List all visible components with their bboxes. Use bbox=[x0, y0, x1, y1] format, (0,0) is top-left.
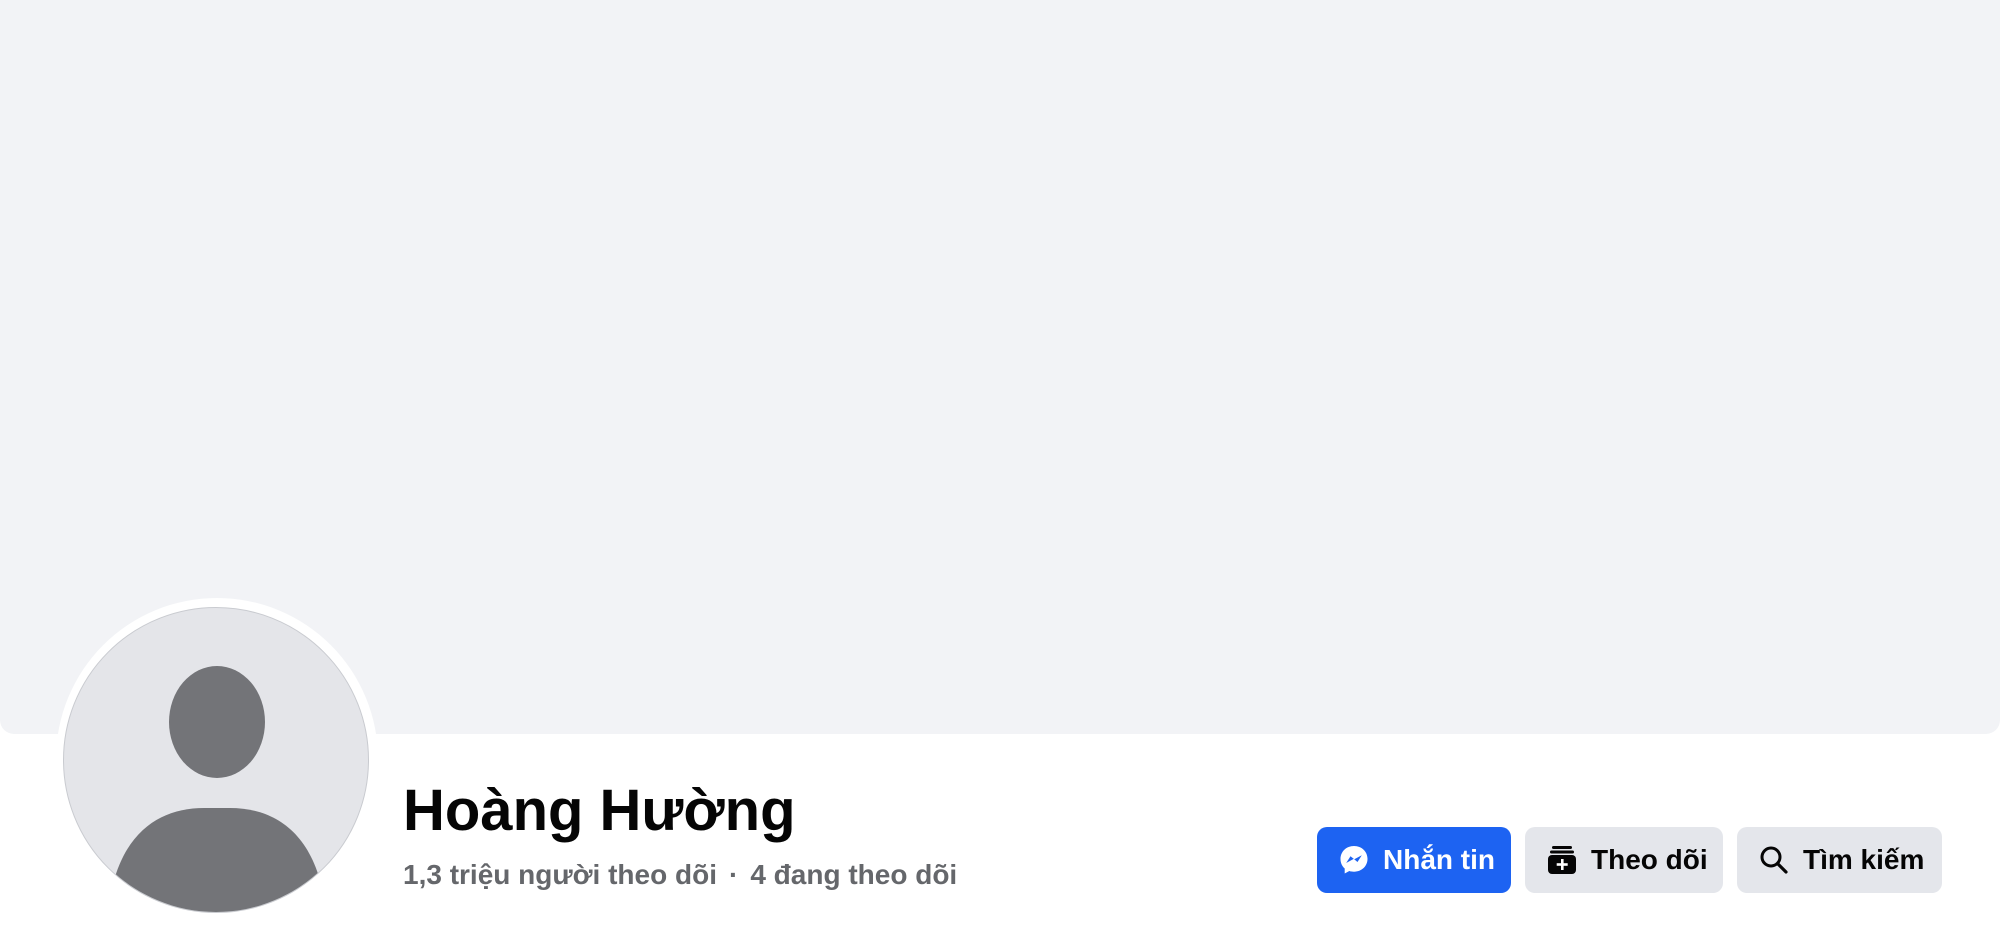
avatar[interactable] bbox=[63, 607, 369, 913]
follow-label: Theo dõi bbox=[1591, 844, 1708, 875]
profile-stats: 1,3 triệu người theo dõi · 4 đang theo dõi bbox=[403, 857, 957, 893]
profile-name: Hoàng Hường bbox=[403, 778, 796, 843]
search-icon bbox=[1757, 843, 1791, 877]
default-person-icon bbox=[112, 666, 322, 912]
following-count[interactable]: 4 đang theo dõi bbox=[750, 859, 957, 890]
message-button[interactable]: Nhắn tin bbox=[1317, 827, 1511, 893]
profile-page: Hoàng Hường 1,3 triệu người theo dõi · 4 đ… bbox=[0, 0, 2000, 938]
search-button[interactable]: Tìm kiếm bbox=[1737, 827, 1942, 893]
search-label: Tìm kiếm bbox=[1803, 844, 1925, 875]
follow-add-icon bbox=[1545, 843, 1579, 877]
messenger-icon bbox=[1337, 843, 1371, 877]
message-label: Nhắn tin bbox=[1383, 844, 1495, 875]
follow-button[interactable]: Theo dõi bbox=[1525, 827, 1723, 893]
followers-count[interactable]: 1,3 triệu người theo dõi bbox=[403, 859, 717, 890]
stats-separator: · bbox=[728, 859, 739, 890]
